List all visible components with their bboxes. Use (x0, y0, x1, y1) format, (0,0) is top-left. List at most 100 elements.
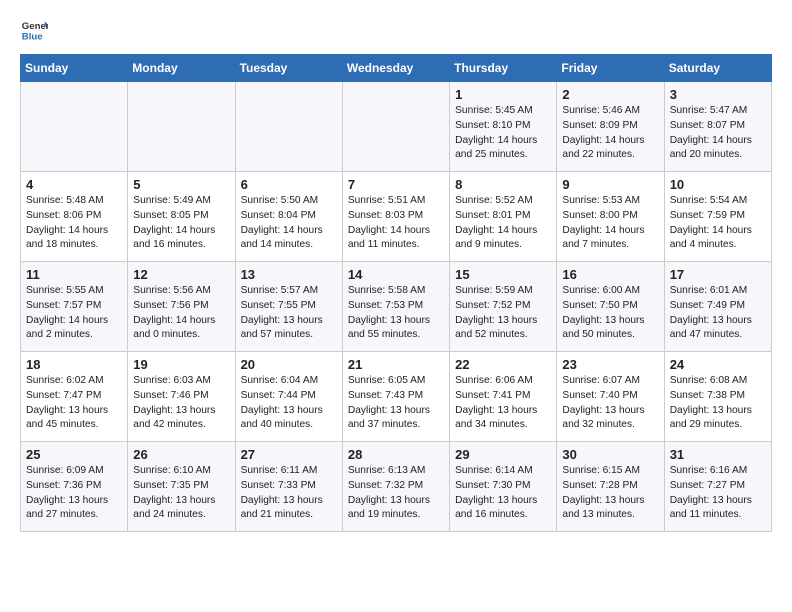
calendar-cell: 28 Sunrise: 6:13 AMSunset: 7:32 PMDayligh… (342, 442, 449, 532)
calendar-week-3: 11Sunrise: 5:55 AMSunset: 7:57 PMDayligh… (21, 262, 772, 352)
day-info: Sunrise: 5:56 AMSunset: 7:56 PMDaylight:… (133, 284, 229, 343)
day-number: 2 (562, 87, 658, 102)
day-info: Sunrise: 6:16 AMSunset: 7:27 PMDaylight:… (670, 464, 766, 523)
calendar-cell: 12 Sunrise: 5:56 AMSunset: 7:56 PMDayligh… (128, 262, 235, 352)
day-info: Sunrise: 6:00 AMSunset: 7:50 PMDaylight:… (562, 284, 658, 343)
calendar-cell: 13 Sunrise: 5:57 AMSunset: 7:55 PMDayligh… (235, 262, 342, 352)
day-info: Sunrise: 6:02 AMSunset: 7:47 PMDaylight:… (26, 374, 122, 433)
day-number: 22 (455, 357, 551, 372)
day-number: 30 (562, 447, 658, 462)
calendar-cell: 7 Sunrise: 5:51 AMSunset: 8:03 PMDaylight… (342, 172, 449, 262)
day-info: Sunrise: 5:57 AMSunset: 7:55 PMDaylight:… (241, 284, 337, 343)
calendar-week-4: 18 Sunrise: 6:02 AMSunset: 7:47 PMDayligh… (21, 352, 772, 442)
day-info: Sunrise: 6:14 AMSunset: 7:30 PMDaylight:… (455, 464, 551, 523)
day-number: 12 (133, 267, 229, 282)
day-number: 26 (133, 447, 229, 462)
day-number: 1 (455, 87, 551, 102)
calendar-cell (128, 82, 235, 172)
calendar-cell: 24 Sunrise: 6:08 AMSunset: 7:38 PMDayligh… (664, 352, 771, 442)
calendar-cell: 21 Sunrise: 6:05 AMSunset: 7:43 PMDayligh… (342, 352, 449, 442)
calendar-week-5: 25Sunrise: 6:09 AMSunset: 7:36 PMDayligh… (21, 442, 772, 532)
calendar-cell: 23 Sunrise: 6:07 AMSunset: 7:40 PMDayligh… (557, 352, 664, 442)
day-info: Sunrise: 5:53 AMSunset: 8:00 PMDaylight:… (562, 194, 658, 253)
day-info: Sunrise: 5:51 AMSunset: 8:03 PMDaylight:… (348, 194, 444, 253)
day-number: 13 (241, 267, 337, 282)
calendar-cell: 31 Sunrise: 6:16 AMSunset: 7:27 PMDayligh… (664, 442, 771, 532)
day-number: 8 (455, 177, 551, 192)
day-info: Sunrise: 6:05 AMSunset: 7:43 PMDaylight:… (348, 374, 444, 433)
logo: General Blue (20, 16, 48, 44)
header-day-saturday: Saturday (664, 55, 771, 82)
day-info: Sunrise: 6:08 AMSunset: 7:38 PMDaylight:… (670, 374, 766, 433)
day-number: 14 (348, 267, 444, 282)
header: General Blue (20, 16, 772, 44)
calendar-cell: 11Sunrise: 5:55 AMSunset: 7:57 PMDayligh… (21, 262, 128, 352)
calendar-cell: 27 Sunrise: 6:11 AMSunset: 7:33 PMDayligh… (235, 442, 342, 532)
calendar-cell: 25Sunrise: 6:09 AMSunset: 7:36 PMDayligh… (21, 442, 128, 532)
day-info: Sunrise: 6:11 AMSunset: 7:33 PMDaylight:… (241, 464, 337, 523)
calendar-cell (235, 82, 342, 172)
day-number: 17 (670, 267, 766, 282)
day-info: Sunrise: 5:59 AMSunset: 7:52 PMDaylight:… (455, 284, 551, 343)
day-number: 19 (133, 357, 229, 372)
day-number: 24 (670, 357, 766, 372)
day-number: 31 (670, 447, 766, 462)
day-info: Sunrise: 5:48 AMSunset: 8:06 PMDaylight:… (26, 194, 122, 253)
day-number: 7 (348, 177, 444, 192)
day-number: 25 (26, 447, 122, 462)
header-day-wednesday: Wednesday (342, 55, 449, 82)
calendar-cell: 29Sunrise: 6:14 AMSunset: 7:30 PMDayligh… (450, 442, 557, 532)
header-day-monday: Monday (128, 55, 235, 82)
calendar-cell: 19 Sunrise: 6:03 AMSunset: 7:46 PMDayligh… (128, 352, 235, 442)
day-number: 9 (562, 177, 658, 192)
calendar-cell (21, 82, 128, 172)
calendar-cell: 2 Sunrise: 5:46 AMSunset: 8:09 PMDaylight… (557, 82, 664, 172)
day-number: 5 (133, 177, 229, 192)
calendar-cell: 1 Sunrise: 5:45 AMSunset: 8:10 PMDaylight… (450, 82, 557, 172)
header-day-tuesday: Tuesday (235, 55, 342, 82)
header-day-thursday: Thursday (450, 55, 557, 82)
day-info: Sunrise: 6:06 AMSunset: 7:41 PMDaylight:… (455, 374, 551, 433)
calendar-cell: 30 Sunrise: 6:15 AMSunset: 7:28 PMDayligh… (557, 442, 664, 532)
day-info: Sunrise: 6:04 AMSunset: 7:44 PMDaylight:… (241, 374, 337, 433)
calendar-cell: 15 Sunrise: 5:59 AMSunset: 7:52 PMDayligh… (450, 262, 557, 352)
day-info: Sunrise: 5:47 AMSunset: 8:07 PMDaylight:… (670, 104, 766, 163)
day-info: Sunrise: 6:15 AMSunset: 7:28 PMDaylight:… (562, 464, 658, 523)
day-number: 23 (562, 357, 658, 372)
calendar-cell: 8 Sunrise: 5:52 AMSunset: 8:01 PMDaylight… (450, 172, 557, 262)
day-info: Sunrise: 5:46 AMSunset: 8:09 PMDaylight:… (562, 104, 658, 163)
day-info: Sunrise: 6:10 AMSunset: 7:35 PMDaylight:… (133, 464, 229, 523)
calendar-table: SundayMondayTuesdayWednesdayThursdayFrid… (20, 54, 772, 532)
calendar-cell (342, 82, 449, 172)
calendar-cell: 14Sunrise: 5:58 AMSunset: 7:53 PMDayligh… (342, 262, 449, 352)
calendar-cell: 18 Sunrise: 6:02 AMSunset: 7:47 PMDayligh… (21, 352, 128, 442)
day-number: 4 (26, 177, 122, 192)
svg-text:Blue: Blue (22, 32, 43, 43)
day-number: 15 (455, 267, 551, 282)
day-number: 20 (241, 357, 337, 372)
calendar-week-2: 4 Sunrise: 5:48 AMSunset: 8:06 PMDaylight… (21, 172, 772, 262)
calendar-cell: 16Sunrise: 6:00 AMSunset: 7:50 PMDayligh… (557, 262, 664, 352)
svg-text:General: General (22, 21, 48, 32)
calendar-header-row: SundayMondayTuesdayWednesdayThursdayFrid… (21, 55, 772, 82)
calendar-cell: 3 Sunrise: 5:47 AMSunset: 8:07 PMDaylight… (664, 82, 771, 172)
day-number: 28 (348, 447, 444, 462)
day-info: Sunrise: 6:03 AMSunset: 7:46 PMDaylight:… (133, 374, 229, 433)
day-info: Sunrise: 5:52 AMSunset: 8:01 PMDaylight:… (455, 194, 551, 253)
header-day-sunday: Sunday (21, 55, 128, 82)
day-info: Sunrise: 6:13 AMSunset: 7:32 PMDaylight:… (348, 464, 444, 523)
calendar-cell: 5Sunrise: 5:49 AMSunset: 8:05 PMDaylight… (128, 172, 235, 262)
day-number: 3 (670, 87, 766, 102)
calendar-cell: 20 Sunrise: 6:04 AMSunset: 7:44 PMDayligh… (235, 352, 342, 442)
day-info: Sunrise: 5:45 AMSunset: 8:10 PMDaylight:… (455, 104, 551, 163)
day-info: Sunrise: 6:01 AMSunset: 7:49 PMDaylight:… (670, 284, 766, 343)
day-number: 6 (241, 177, 337, 192)
calendar-cell: 10Sunrise: 5:54 AMSunset: 7:59 PMDayligh… (664, 172, 771, 262)
day-number: 11 (26, 267, 122, 282)
day-number: 27 (241, 447, 337, 462)
calendar-week-1: 1 Sunrise: 5:45 AMSunset: 8:10 PMDaylight… (21, 82, 772, 172)
day-info: Sunrise: 6:07 AMSunset: 7:40 PMDaylight:… (562, 374, 658, 433)
calendar-cell: 26 Sunrise: 6:10 AMSunset: 7:35 PMDayligh… (128, 442, 235, 532)
day-number: 21 (348, 357, 444, 372)
day-number: 18 (26, 357, 122, 372)
